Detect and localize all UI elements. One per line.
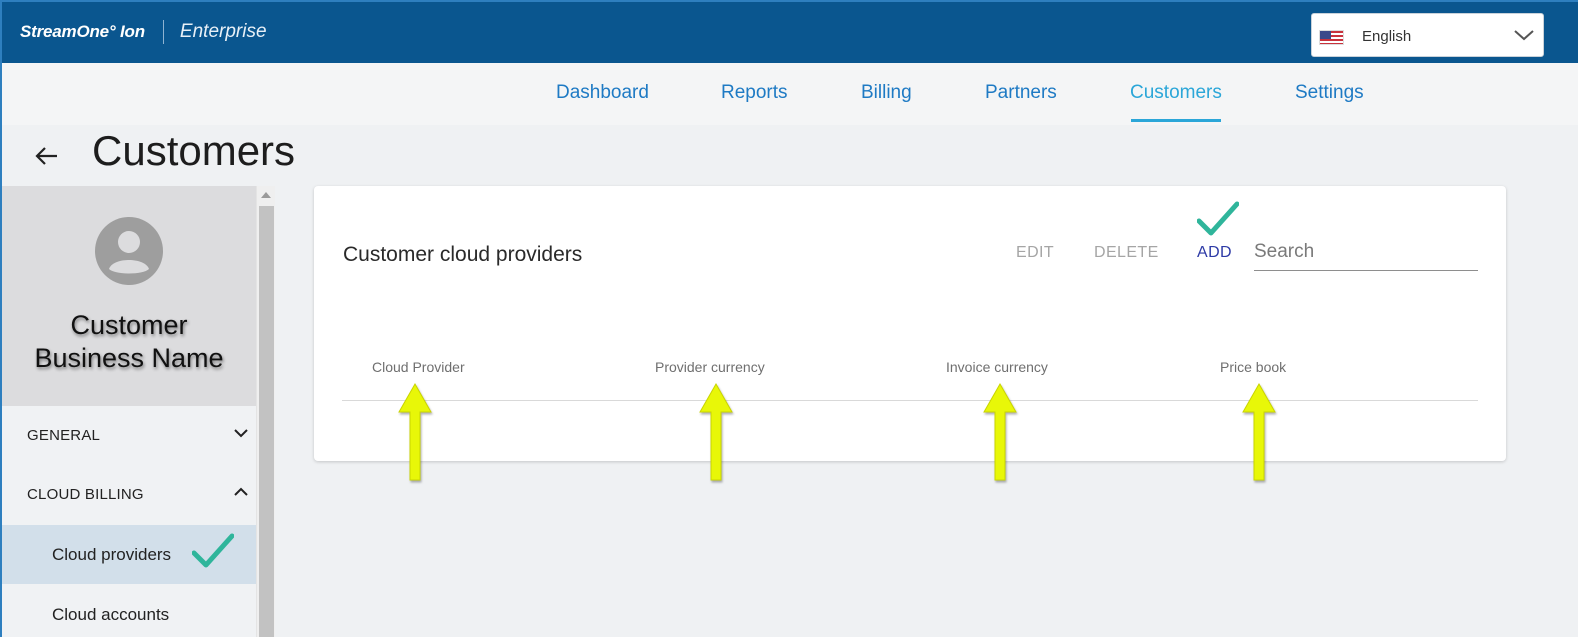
add-button[interactable]: ADD — [1197, 244, 1232, 262]
back-arrow-icon[interactable] — [34, 144, 60, 168]
search-input[interactable] — [1254, 234, 1478, 270]
customer-name-line-2: Business Name — [34, 343, 224, 373]
edit-button[interactable]: EDIT — [1016, 244, 1054, 262]
nav-partners[interactable]: Partners — [985, 82, 1057, 104]
main-nav: Dashboard Reports Billing Partners Custo… — [0, 63, 1578, 125]
nav-billing[interactable]: Billing — [861, 82, 912, 104]
column-header-cloud-provider[interactable]: Cloud Provider — [372, 359, 465, 375]
sidebar-scrollbar[interactable] — [256, 186, 275, 637]
sidebar-item-cloud-accounts[interactable]: Cloud accounts — [2, 585, 256, 637]
brand-logo: StreamOne° Ion — [20, 22, 145, 41]
sidebar-item-label: Cloud providers — [52, 544, 172, 564]
sidebar-section-label: GENERAL — [27, 426, 101, 444]
sidebar-section-label: CLOUD BILLING — [27, 485, 144, 503]
delete-button[interactable]: DELETE — [1094, 244, 1159, 262]
scrollbar-thumb[interactable] — [259, 206, 274, 637]
brand-product-name: Enterprise — [179, 21, 267, 42]
top-bar: StreamOne° Ion Enterprise English — [0, 0, 1578, 63]
avatar-icon — [95, 217, 163, 285]
sidebar: Customer Business Name GENERAL CLOUD BIL… — [2, 186, 256, 637]
column-header-provider-currency[interactable]: Provider currency — [655, 359, 765, 375]
nav-dashboard[interactable]: Dashboard — [556, 82, 649, 104]
column-header-price-book[interactable]: Price book — [1220, 359, 1286, 375]
nav-settings[interactable]: Settings — [1295, 82, 1364, 104]
annotation-arrow-up-icon — [1242, 382, 1276, 481]
us-flag-icon — [1319, 30, 1344, 45]
scroll-up-arrow-icon[interactable] — [261, 192, 271, 198]
nav-active-indicator — [1131, 119, 1221, 122]
table-header-divider — [342, 400, 1478, 401]
checkmark-icon — [1197, 201, 1239, 236]
customer-name-line-1: Customer — [70, 310, 188, 340]
sidebar-section-general[interactable]: GENERAL — [2, 406, 256, 464]
customer-business-name: Customer Business Name — [2, 309, 256, 375]
checkmark-icon — [192, 533, 234, 568]
language-selected-value: English — [1362, 28, 1412, 45]
sidebar-item-cloud-providers[interactable]: Cloud providers — [2, 525, 256, 584]
column-header-invoice-currency[interactable]: Invoice currency — [946, 359, 1048, 375]
sidebar-section-cloud-billing[interactable]: CLOUD BILLING — [2, 465, 256, 523]
page-title: Customers — [92, 127, 296, 174]
annotation-arrow-up-icon — [983, 382, 1017, 481]
language-select[interactable]: English — [1311, 13, 1544, 57]
chevron-up-icon — [234, 487, 248, 496]
chevron-down-icon — [234, 429, 248, 438]
card-title: Customer cloud providers — [343, 243, 583, 266]
nav-reports[interactable]: Reports — [721, 82, 788, 104]
sidebar-item-label: Cloud accounts — [52, 604, 170, 624]
chevron-down-icon — [1514, 30, 1534, 41]
annotation-arrow-up-icon — [699, 382, 733, 481]
search-field — [1254, 234, 1478, 271]
customer-profile: Customer Business Name — [2, 186, 256, 406]
nav-customers[interactable]: Customers — [1130, 82, 1222, 104]
brand: StreamOne° Ion Enterprise — [20, 18, 267, 46]
annotation-arrow-up-icon — [398, 382, 432, 481]
cloud-providers-card: Customer cloud providers EDIT DELETE ADD… — [314, 186, 1506, 461]
brand-divider — [162, 20, 164, 44]
